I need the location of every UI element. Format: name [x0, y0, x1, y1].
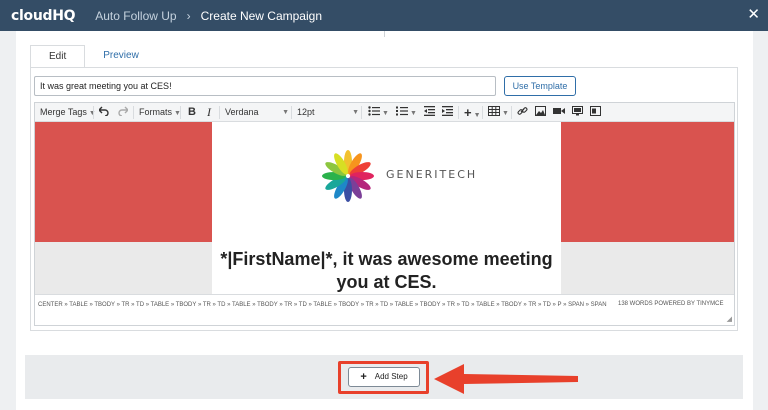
- app-logo: cloudHQ: [11, 7, 76, 24]
- generitech-logo: GENERITECH: [318, 148, 475, 204]
- video-icon[interactable]: [553, 103, 565, 122]
- toolbar-separator: [291, 106, 292, 119]
- formats-dropdown[interactable]: Formats ▼: [139, 103, 181, 122]
- toolbar-separator: [511, 106, 512, 119]
- font-size-dropdown[interactable]: 12pt ▼: [297, 103, 359, 122]
- chevron-down-icon: ▼: [473, 112, 481, 119]
- banner-left: [35, 122, 212, 242]
- toolbar-separator: [361, 106, 362, 119]
- email-content-column: GENERITECH *|FirstName|*, it was awesome…: [212, 122, 561, 294]
- chevron-down-icon: ▼: [382, 110, 389, 117]
- undo-icon[interactable]: [98, 103, 109, 122]
- close-icon[interactable]: ✕: [747, 7, 760, 23]
- bold-button[interactable]: B: [188, 103, 196, 122]
- merge-tags-dropdown[interactable]: Merge Tags▼: [40, 103, 96, 122]
- brand-name: GENERITECH: [386, 168, 478, 181]
- tab-preview[interactable]: Preview: [85, 45, 157, 67]
- subject-input[interactable]: It was great meeting you at CES!: [34, 76, 496, 96]
- word-count: 138 WORDS POWERED BY TINYMCE: [618, 301, 724, 307]
- editor-toolbar: Merge Tags▼ Formats▼ B I Verdana▼ 12pt▼: [35, 103, 734, 122]
- chevron-down-icon: ▼: [352, 109, 359, 116]
- email-headline: *|FirstName|*, it was awesome meeting yo…: [220, 249, 553, 292]
- merge-tags-label: Merge Tags: [40, 107, 87, 117]
- breadcrumb-separator: ›: [186, 8, 191, 23]
- chevron-down-icon: ▼: [410, 110, 417, 117]
- toolbar-separator: [458, 106, 459, 119]
- campaign-panel: Edit Preview It was great meeting you at…: [16, 31, 753, 410]
- formats-label: Formats: [139, 107, 173, 117]
- redo-icon[interactable]: [118, 103, 129, 122]
- chevron-down-icon: ▼: [282, 109, 289, 116]
- breadcrumb-parent[interactable]: Auto Follow Up: [95, 9, 176, 23]
- use-template-button[interactable]: Use Template: [504, 76, 576, 96]
- tab-edit[interactable]: Edit: [30, 45, 86, 67]
- indent-icon[interactable]: [442, 103, 453, 122]
- toolbar-separator: [93, 106, 94, 119]
- rich-text-editor: Merge Tags▼ Formats▼ B I Verdana▼ 12pt▼: [34, 102, 735, 326]
- font-family-dropdown[interactable]: Verdana ▼: [225, 103, 289, 122]
- flower-icon: [322, 150, 374, 202]
- top-bar: cloudHQ Auto Follow Up › Create New Camp…: [0, 0, 768, 31]
- bullet-list-icon[interactable]: ▼: [368, 103, 389, 122]
- insert-plus-icon[interactable]: + ▼: [464, 103, 481, 122]
- outdent-icon[interactable]: [424, 103, 435, 122]
- link-icon[interactable]: [517, 103, 528, 122]
- table-icon[interactable]: ▼: [488, 103, 509, 122]
- editor-canvas[interactable]: GENERITECH *|FirstName|*, it was awesome…: [35, 122, 734, 294]
- toolbar-separator: [180, 106, 181, 119]
- image-icon[interactable]: [535, 103, 546, 122]
- toolbar-separator: [482, 106, 483, 119]
- preview-screen-icon[interactable]: [572, 103, 583, 122]
- toolbar-separator: [219, 106, 220, 119]
- plus-icon: +: [360, 371, 367, 383]
- editor-tabs: Edit Preview: [30, 45, 157, 67]
- font-family-value: Verdana: [225, 107, 259, 117]
- toolbar-separator: [133, 106, 134, 119]
- add-step-label: Add Step: [374, 372, 408, 381]
- font-size-value: 12pt: [297, 107, 315, 117]
- numbered-list-icon[interactable]: ▼: [396, 103, 417, 122]
- editor-statusbar: CENTER » TABLE » TBODY » TR » TD » TABLE…: [35, 294, 734, 325]
- page-title: Create New Campaign: [200, 8, 322, 23]
- add-step-button[interactable]: + Add Step: [348, 367, 420, 387]
- divider: [384, 31, 385, 37]
- annotation-arrow-icon: [434, 364, 578, 394]
- element-path[interactable]: CENTER » TABLE » TBODY » TR » TD » TABLE…: [38, 301, 608, 309]
- source-code-icon[interactable]: [590, 103, 601, 122]
- resize-handle-icon[interactable]: ◢: [727, 315, 732, 323]
- chevron-down-icon: ▼: [502, 110, 509, 117]
- edit-tab-content: It was great meeting you at CES! Use Tem…: [30, 67, 738, 331]
- italic-button[interactable]: I: [207, 103, 211, 122]
- banner-right: [561, 122, 734, 242]
